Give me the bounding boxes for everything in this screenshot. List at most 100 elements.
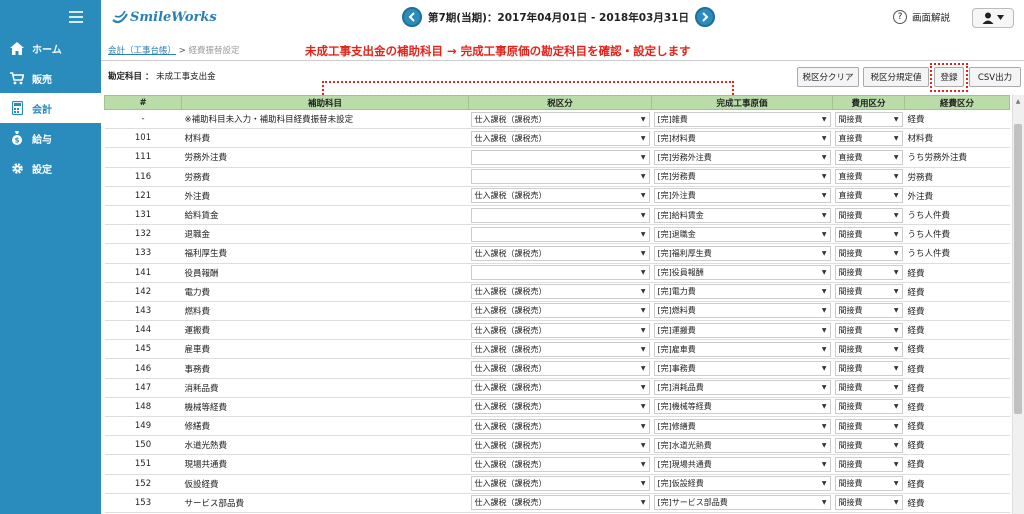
scroll-up-arrow-icon[interactable]: ▲ xyxy=(1012,95,1024,107)
completed-cost-select[interactable]: [完]材料費 ▼ xyxy=(653,130,831,146)
tax-clear-button[interactable]: 税区分クリア xyxy=(797,67,859,87)
tax-category-select[interactable]: 仕入課税（課税売） ▼ xyxy=(470,476,650,492)
expense-type-select[interactable]: 間接費 ▼ xyxy=(834,341,903,357)
expense-type-select[interactable]: 間接費 ▼ xyxy=(834,361,903,377)
completed-cost-select[interactable]: [完]事務費 ▼ xyxy=(653,361,831,377)
hamburger-menu-icon[interactable] xyxy=(69,11,83,23)
expense-type-select[interactable]: 間接費 ▼ xyxy=(834,245,903,261)
completed-cost-select[interactable]: [完]修繕費 ▼ xyxy=(653,418,831,434)
completed-cost-select[interactable]: [完]外注費 ▼ xyxy=(653,188,831,204)
caret-down-icon: ▼ xyxy=(893,480,899,488)
tax-category-select[interactable]: 仕入課税（課税売） ▼ xyxy=(470,188,650,204)
completed-cost-select[interactable]: [完]水道光熱費 ▼ xyxy=(653,437,831,453)
sidebar-item-accounting[interactable]: 会計 xyxy=(0,93,101,123)
completed-cost-select[interactable]: [完]仮設経費 ▼ xyxy=(653,476,831,492)
expense-type-select[interactable]: 間接費 ▼ xyxy=(834,226,903,242)
expense-type-select[interactable]: 直接費 ▼ xyxy=(834,149,903,165)
expense-type-select[interactable]: 間接費 ▼ xyxy=(834,399,903,415)
expense-type-select[interactable]: 間接費 ▼ xyxy=(834,418,903,434)
select-value: 間接費 xyxy=(838,498,863,508)
tax-category-select[interactable]: 仕入課税（課税売） ▼ xyxy=(470,303,650,319)
caret-down-icon: ▼ xyxy=(640,134,646,142)
column-header: 完成工事原価 xyxy=(651,95,833,110)
expense-category: 材料費 xyxy=(904,128,1010,149)
tax-category-select[interactable]: 仕入課税（課税売） ▼ xyxy=(470,361,650,377)
tax-category-select[interactable]: ▼ xyxy=(470,149,650,165)
scrollbar-thumb[interactable] xyxy=(1014,124,1022,414)
table-row: 147 消耗品費 仕入課税（課税売） ▼ [完]消耗品費 ▼ 間接費 ▼ 経費 xyxy=(104,378,1010,398)
expense-type-select[interactable]: 間接費 ▼ xyxy=(834,380,903,396)
expense-category: 経費 xyxy=(904,301,1010,322)
sub-account-name: 役員報酬 xyxy=(181,263,469,283)
expense-type-select[interactable]: 間接費 ▼ xyxy=(834,303,903,319)
expense-type-select[interactable]: 間接費 ▼ xyxy=(834,456,903,472)
select-value: 間接費 xyxy=(838,210,863,220)
tax-category-select[interactable]: 仕入課税（課税売） ▼ xyxy=(470,380,650,396)
expense-type-select[interactable]: 間接費 ▼ xyxy=(834,437,903,453)
tax-category-select[interactable]: 仕入課税（課税売） ▼ xyxy=(470,495,650,511)
select-value: 仕入課税（課税売） xyxy=(474,421,547,431)
row-number: 121 xyxy=(104,186,182,206)
table-row: 150 水道光熱費 仕入課税（課税売） ▼ [完]水道光熱費 ▼ 間接費 ▼ 経費 xyxy=(104,435,1010,456)
help-link[interactable]: ? 画面解説 xyxy=(893,10,950,24)
tax-category-select[interactable]: 仕入課税（課税売） ▼ xyxy=(470,245,650,261)
completed-cost-select[interactable]: [完]燃料費 ▼ xyxy=(653,303,831,319)
annotation-line xyxy=(732,81,734,95)
app-logo[interactable]: SmileWorks xyxy=(112,7,217,27)
completed-cost-select[interactable]: [完]運搬費 ▼ xyxy=(653,322,831,338)
tax-category-select[interactable]: 仕入課税（課税売） ▼ xyxy=(470,111,650,127)
completed-cost-select[interactable]: [完]雇車費 ▼ xyxy=(653,341,831,357)
table-row: 144 運搬費 仕入課税（課税売） ▼ [完]運搬費 ▼ 間接費 ▼ 経費 xyxy=(104,320,1010,341)
completed-cost-select[interactable]: [完]消耗品費 ▼ xyxy=(653,380,831,396)
expense-type-select[interactable]: 直接費 ▼ xyxy=(834,130,903,146)
sidebar-item-payroll[interactable]: $ 給与 xyxy=(0,123,101,153)
completed-cost-select[interactable]: [完]福利厚生費 ▼ xyxy=(653,245,831,261)
breadcrumb-parent-link[interactable]: 会計（工事台帳） xyxy=(108,46,176,56)
expense-type-select[interactable]: 間接費 ▼ xyxy=(834,476,903,492)
expense-type-select[interactable]: 間接費 ▼ xyxy=(834,495,903,511)
completed-cost-select[interactable]: [完]給料賃金 ▼ xyxy=(653,207,831,223)
tax-category-select[interactable]: ▼ xyxy=(470,207,650,223)
completed-cost-select[interactable]: [完]電力費 ▼ xyxy=(653,284,831,300)
select-value: [完]雑費 xyxy=(657,114,688,124)
completed-cost-select[interactable]: [完]労務外注費 ▼ xyxy=(653,149,831,165)
tax-category-select[interactable]: ▼ xyxy=(470,169,650,185)
tax-category-select[interactable]: 仕入課税（課税売） ▼ xyxy=(470,130,650,146)
completed-cost-select[interactable]: [完]機械等経費 ▼ xyxy=(653,399,831,415)
completed-cost-select[interactable]: [完]労務費 ▼ xyxy=(653,169,831,185)
expense-type-select[interactable]: 直接費 ▼ xyxy=(834,169,903,185)
completed-cost-select[interactable]: [完]役員報酬 ▼ xyxy=(653,265,831,281)
instruction-annotation: 未成工事支出金の補助科目 → 完成工事原価の勘定科目を確認・設定します xyxy=(305,44,691,58)
tax-category-select[interactable]: ▼ xyxy=(470,226,650,242)
tax-category-select[interactable]: ▼ xyxy=(470,265,650,281)
expense-type-select[interactable]: 間接費 ▼ xyxy=(834,322,903,338)
caret-down-icon: ▼ xyxy=(893,269,899,277)
tax-category-select[interactable]: 仕入課税（課税売） ▼ xyxy=(470,341,650,357)
completed-cost-select[interactable]: [完]雑費 ▼ xyxy=(653,111,831,127)
tax-category-select[interactable]: 仕入課税（課税売） ▼ xyxy=(470,322,650,338)
account-label: 勘定科目 ： 未成工事支出金 xyxy=(108,70,216,82)
caret-down-icon: ▼ xyxy=(893,134,899,142)
expense-type-select[interactable]: 直接費 ▼ xyxy=(834,188,903,204)
sidebar-item-sales[interactable]: 販売 xyxy=(0,63,101,93)
tax-category-select[interactable]: 仕入課税（課税売） ▼ xyxy=(470,437,650,453)
tax-category-select[interactable]: 仕入課税（課税売） ▼ xyxy=(470,418,650,434)
tax-category-select[interactable]: 仕入課税（課税売） ▼ xyxy=(470,456,650,472)
tax-default-button[interactable]: 税区分規定値 xyxy=(863,67,929,87)
completed-cost-select[interactable]: [完]退職金 ▼ xyxy=(653,226,831,242)
sidebar-item-home[interactable]: ホーム xyxy=(0,33,101,63)
tax-category-select[interactable]: 仕入課税（課税売） ▼ xyxy=(470,399,650,415)
next-period-button[interactable] xyxy=(694,7,715,27)
sidebar-item-settings[interactable]: 設定 xyxy=(0,153,101,183)
tax-category-select[interactable]: 仕入課税（課税売） ▼ xyxy=(470,284,650,300)
expense-type-select[interactable]: 間接費 ▼ xyxy=(834,284,903,300)
user-menu-button[interactable] xyxy=(972,8,1014,28)
expense-type-select[interactable]: 間接費 ▼ xyxy=(834,111,903,127)
csv-export-button[interactable]: CSV出力 xyxy=(969,67,1021,87)
expense-type-select[interactable]: 間接費 ▼ xyxy=(834,207,903,223)
prev-period-button[interactable] xyxy=(402,7,422,27)
completed-cost-select[interactable]: [完]現場共通費 ▼ xyxy=(653,456,831,472)
caret-down-icon: ▼ xyxy=(640,326,646,334)
expense-type-select[interactable]: 間接費 ▼ xyxy=(834,265,903,281)
completed-cost-select[interactable]: [完]サービス部品費 ▼ xyxy=(653,495,831,511)
